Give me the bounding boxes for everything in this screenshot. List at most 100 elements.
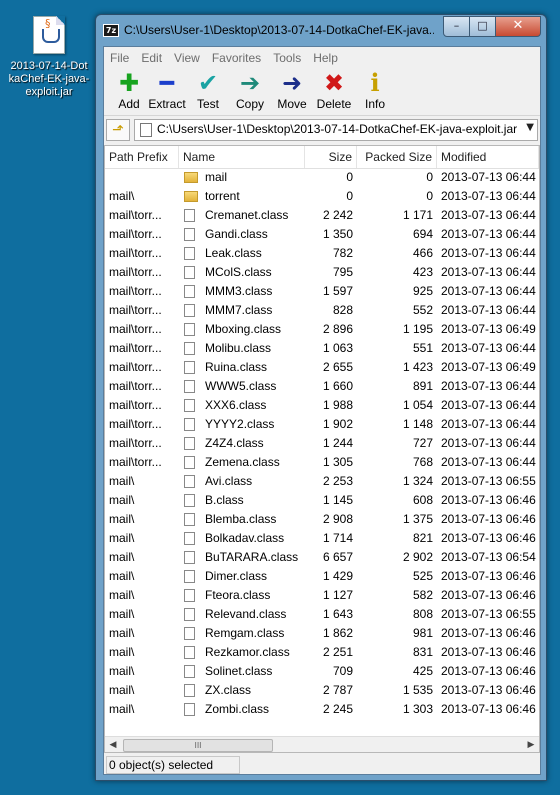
- menu-file[interactable]: File: [104, 48, 135, 68]
- packed-size-cell: 552: [412, 303, 433, 317]
- table-row[interactable]: mail\ Blemba.class 2 908 1 375 2013-07-13 06…: [105, 510, 539, 529]
- desktop-jar-file[interactable]: § 2013-07-14-DotkaChef-EK-java-exploit.j…: [8, 16, 90, 99]
- modified-cell: 2013-07-13 06:46: [441, 626, 536, 640]
- scroll-left-icon[interactable]: ◀: [105, 737, 121, 752]
- table-row[interactable]: mail\torr... WWW5.class 1 660 891 2013-07-13…: [105, 377, 539, 396]
- table-row[interactable]: mail\torr... YYYY2.class 1 902 1 148 2013-07…: [105, 415, 539, 434]
- modified-cell: 2013-07-13 06:44: [441, 246, 536, 260]
- path-prefix-cell: mail\torr...: [109, 455, 162, 469]
- 7zip-app-icon[interactable]: 7z: [103, 24, 119, 37]
- name-cell: Ruina.class: [205, 360, 268, 374]
- table-row[interactable]: mail\ Fteora.class 1 127 582 2013-07-13 06:4…: [105, 586, 539, 605]
- table-row[interactable]: mail\torr... MColS.class 795 423 2013-07-13 …: [105, 263, 539, 282]
- dropdown-arrow-icon[interactable]: ▼: [526, 122, 534, 133]
- size-cell: 1 127: [322, 588, 353, 602]
- name-cell: ZX.class: [205, 683, 252, 697]
- table-row[interactable]: mail\ Bolkadav.class 1 714 821 2013-07-13 06…: [105, 529, 539, 548]
- address-path[interactable]: C:\Users\User-1\Desktop\2013-07-14-Dotka…: [157, 122, 517, 136]
- table-row[interactable]: mail\torr... Mboxing.class 2 896 1 195 2013-…: [105, 320, 539, 339]
- test-label: Test: [196, 97, 219, 111]
- modified-cell: 2013-07-13 06:44: [441, 398, 536, 412]
- table-row[interactable]: mail\ Rezkamor.class 2 251 831 2013-07-13 06…: [105, 643, 539, 662]
- table-row[interactable]: mail\torr... Gandi.class 1 350 694 2013-07-1…: [105, 225, 539, 244]
- packed-size-cell: 925: [412, 284, 433, 298]
- column-header-path-prefix[interactable]: Path Prefix: [105, 146, 179, 168]
- table-row[interactable]: mail\ Solinet.class 709 425 2013-07-13 06:46: [105, 662, 539, 681]
- address-combobox[interactable]: C:\Users\User-1\Desktop\2013-07-14-Dotka…: [134, 119, 538, 141]
- table-row[interactable]: mail\ torrent 0 0 2013-07-13 06:44: [105, 187, 539, 206]
- path-prefix-cell: mail\: [109, 607, 135, 621]
- scroll-thumb[interactable]: III: [123, 739, 273, 752]
- table-row[interactable]: mail 0 0 2013-07-13 06:44: [105, 168, 539, 187]
- path-prefix-cell: mail\torr...: [109, 208, 162, 222]
- file-list[interactable]: Path Prefix Name Size Packed Size Modifi…: [104, 145, 540, 753]
- table-row[interactable]: mail\torr... Molibu.class 1 063 551 2013-07-…: [105, 339, 539, 358]
- table-row[interactable]: mail\torr... Zemena.class 1 305 768 2013-07-…: [105, 453, 539, 472]
- packed-size-cell: 1 324: [402, 474, 433, 488]
- packed-size-cell: 0: [426, 189, 433, 203]
- selection-status: 0 object(s) selected: [106, 756, 240, 774]
- table-row[interactable]: mail\torr... MMM3.class 1 597 925 2013-07-13…: [105, 282, 539, 301]
- name-cell: MMM7.class: [205, 303, 273, 317]
- info-button[interactable]: i Info: [352, 69, 398, 112]
- menu-tools[interactable]: Tools: [267, 48, 307, 68]
- table-row[interactable]: mail\torr... MMM7.class 828 552 2013-07-13 0…: [105, 301, 539, 320]
- table-row[interactable]: mail\torr... Ruina.class 2 655 1 423 2013-07…: [105, 358, 539, 377]
- table-row[interactable]: mail\ Avi.class 2 253 1 324 2013-07-13 06:55: [105, 472, 539, 491]
- menu-help[interactable]: Help: [307, 48, 344, 68]
- path-prefix-cell: mail\: [109, 512, 135, 526]
- menu-favorites[interactable]: Favorites: [206, 48, 267, 68]
- test-button[interactable]: ✔ Test: [185, 69, 231, 111]
- packed-size-cell: 821: [412, 531, 433, 545]
- delete-button[interactable]: ✖ Delete: [311, 69, 357, 111]
- path-prefix-cell: mail\: [109, 683, 135, 697]
- table-row[interactable]: mail\ Dimer.class 1 429 525 2013-07-13 06:46: [105, 567, 539, 586]
- packed-size-cell: 808: [412, 607, 433, 621]
- modified-cell: 2013-07-13 06:54: [441, 550, 536, 564]
- minimize-button[interactable]: –: [443, 16, 470, 37]
- scroll-right-icon[interactable]: ▶: [523, 737, 539, 752]
- table-row[interactable]: mail\torr... XXX6.class 1 988 1 054 2013-07-…: [105, 396, 539, 415]
- close-button[interactable]: ✕: [495, 16, 541, 37]
- copy-label: Copy: [235, 97, 264, 111]
- table-row[interactable]: mail\ B.class 1 145 608 2013-07-13 06:46: [105, 491, 539, 510]
- name-cell: Relevand.class: [205, 607, 287, 621]
- packed-size-cell: 831: [412, 645, 433, 659]
- folder-up-button[interactable]: ⬏: [106, 119, 130, 141]
- table-row[interactable]: mail\torr... Z4Z4.class 1 244 727 2013-07-13…: [105, 434, 539, 453]
- name-cell: Blemba.class: [205, 512, 277, 526]
- path-prefix-cell: mail\torr...: [109, 398, 162, 412]
- maximize-button[interactable]: □: [469, 16, 496, 37]
- name-cell: BuTARARA.class: [205, 550, 299, 564]
- table-row[interactable]: mail\ ZX.class 2 787 1 535 2013-07-13 06:46: [105, 681, 539, 700]
- size-cell: 2 245: [322, 702, 353, 716]
- column-header-size[interactable]: Size: [305, 146, 357, 168]
- menu-view[interactable]: View: [168, 48, 206, 68]
- table-row[interactable]: mail\ Zombi.class 2 245 1 303 2013-07-13 06:…: [105, 700, 539, 719]
- table-row[interactable]: mail\ BuTARARA.class 6 657 2 902 2013-07-13 …: [105, 548, 539, 567]
- path-prefix-cell: mail\torr...: [109, 322, 162, 336]
- title-bar[interactable]: 7z C:\Users\User-1\Desktop\2013-07-14-Do…: [96, 15, 546, 47]
- size-cell: 2 908: [322, 512, 353, 526]
- packed-size-cell: 1 054: [402, 398, 433, 412]
- table-row[interactable]: mail\ Remgam.class 1 862 981 2013-07-13 06:4…: [105, 624, 539, 643]
- name-cell: Cremanet.class: [205, 208, 289, 222]
- size-cell: 1 597: [322, 284, 353, 298]
- move-button[interactable]: ➜ Move: [269, 69, 315, 111]
- path-prefix-cell: mail\torr...: [109, 303, 162, 317]
- column-header-modified[interactable]: Modified: [437, 146, 539, 168]
- path-prefix-cell: mail\torr...: [109, 436, 162, 450]
- horizontal-scrollbar[interactable]: ◀ III ▶: [105, 736, 539, 752]
- copy-button[interactable]: ➔ Copy: [227, 69, 273, 111]
- size-cell: 0: [346, 189, 353, 203]
- table-row[interactable]: mail\torr... Cremanet.class 2 242 1 171 2013…: [105, 206, 539, 225]
- 7zip-window: 7z C:\Users\User-1\Desktop\2013-07-14-Do…: [95, 14, 547, 781]
- column-header-packed-size[interactable]: Packed Size: [357, 146, 437, 168]
- check-icon: ✔: [197, 69, 219, 97]
- extract-button[interactable]: ━ Extract: [144, 69, 190, 111]
- menu-edit[interactable]: Edit: [135, 48, 168, 68]
- table-row[interactable]: mail\ Relevand.class 1 643 808 2013-07-13 06…: [105, 605, 539, 624]
- table-row[interactable]: mail\torr... Leak.class 782 466 2013-07-13 0…: [105, 244, 539, 263]
- column-header-name[interactable]: Name: [179, 146, 305, 168]
- size-cell: 2 787: [322, 683, 353, 697]
